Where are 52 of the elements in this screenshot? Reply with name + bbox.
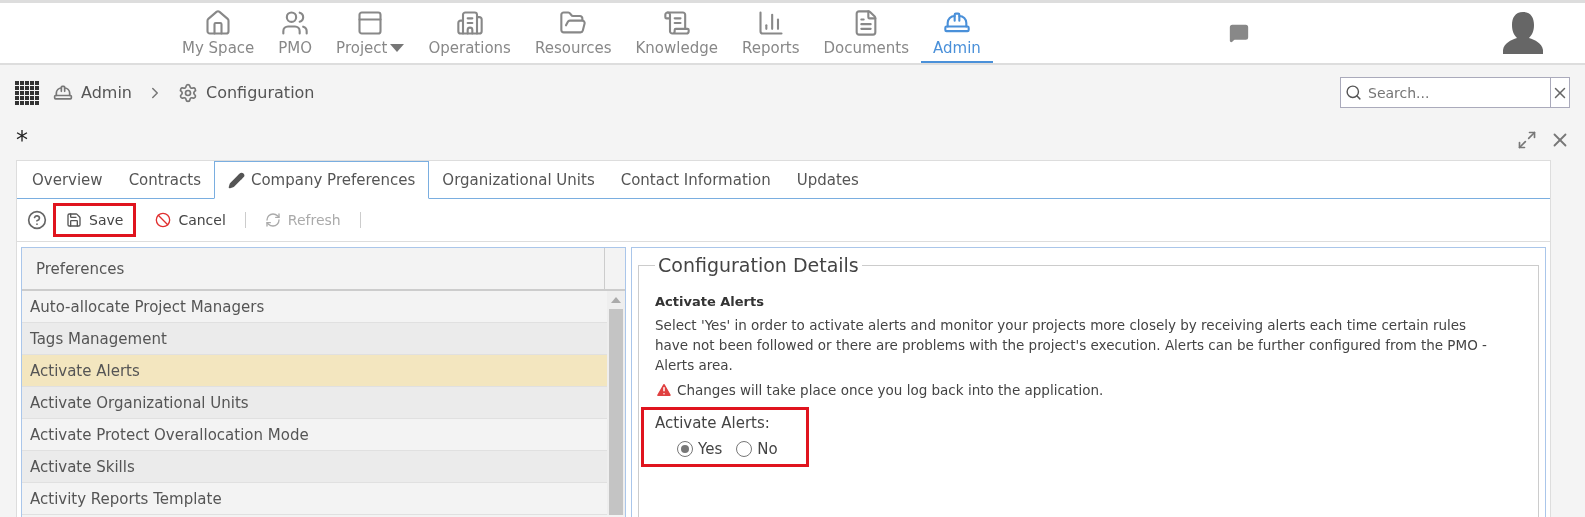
toolbar-button[interactable]: Cancel — [142, 203, 239, 237]
description-text: Select 'Yes' in order to activate alerts and monitor your projects more closely by receiving alerts each time certain rules have not been followed or there are problems with the project's execution. Alerts can be further configured from the PMO - Alerts area. — [655, 316, 1488, 375]
nav-item[interactable]: PMO — [266, 3, 325, 63]
toolbar-button[interactable]: Save — [53, 203, 137, 237]
nav-item[interactable]: Knowledge — [623, 3, 730, 63]
tab[interactable]: Overview — [19, 161, 116, 198]
tab[interactable]: Contact Information — [607, 161, 784, 198]
radio-option[interactable]: No — [736, 440, 778, 458]
toolbar-icon — [66, 212, 82, 228]
nav-item[interactable]: Project — [324, 3, 417, 63]
list-item[interactable]: Tags Management — [22, 323, 607, 355]
toolbar-icon — [264, 212, 281, 228]
search-box[interactable]: Search... — [1340, 77, 1570, 108]
nav-item[interactable]: Documents — [811, 3, 922, 63]
radio-option[interactable]: Yes — [677, 440, 723, 458]
user-avatar-icon[interactable] — [1501, 10, 1545, 56]
tab[interactable]: Contracts — [115, 161, 214, 198]
section-heading: Activate Alerts — [655, 294, 765, 309]
tab[interactable]: Updates — [783, 161, 872, 198]
scroll-up-icon — [611, 297, 621, 303]
nav-item[interactable]: My Space — [170, 3, 267, 63]
field-label: Activate Alerts: — [655, 414, 771, 432]
tab[interactable]: Organizational Units — [429, 161, 608, 198]
search-icon — [1345, 84, 1362, 101]
tab[interactable]: Company Preferences — [213, 161, 430, 199]
nav-icon — [455, 9, 484, 37]
page-title: * — [16, 126, 28, 154]
panel-title: Configuration Details — [657, 254, 860, 276]
nav-item[interactable]: Resources — [522, 3, 624, 63]
breadcrumb-current: Configuration — [206, 83, 315, 102]
expand-icon[interactable] — [1517, 130, 1537, 150]
warning-icon — [655, 381, 673, 399]
nav-icon — [204, 9, 233, 37]
list-item[interactable]: Activate Skills — [22, 451, 607, 483]
breadcrumb-link[interactable]: Admin — [81, 83, 132, 102]
scrollbar[interactable] — [607, 291, 625, 515]
list-item[interactable]: Activate Organizational Units — [22, 387, 607, 419]
list-item[interactable]: Activate Alerts — [22, 355, 607, 387]
nav-item[interactable]: Reports — [730, 3, 812, 63]
gear-icon — [178, 82, 198, 103]
nav-icon — [662, 9, 691, 37]
nav-icon — [756, 9, 785, 37]
nav-item[interactable]: Operations — [416, 3, 523, 63]
warning-text: Changes will take place once you log back into the application. — [677, 382, 1104, 398]
column-header: Preferences — [22, 248, 605, 289]
chat-icon[interactable] — [1229, 23, 1249, 43]
app-grid-icon[interactable] — [15, 80, 39, 105]
toolbar-icon — [155, 212, 172, 228]
nav-icon — [356, 9, 385, 37]
pencil-icon — [227, 171, 245, 189]
help-icon[interactable] — [27, 210, 47, 230]
nav-icon — [281, 9, 310, 37]
